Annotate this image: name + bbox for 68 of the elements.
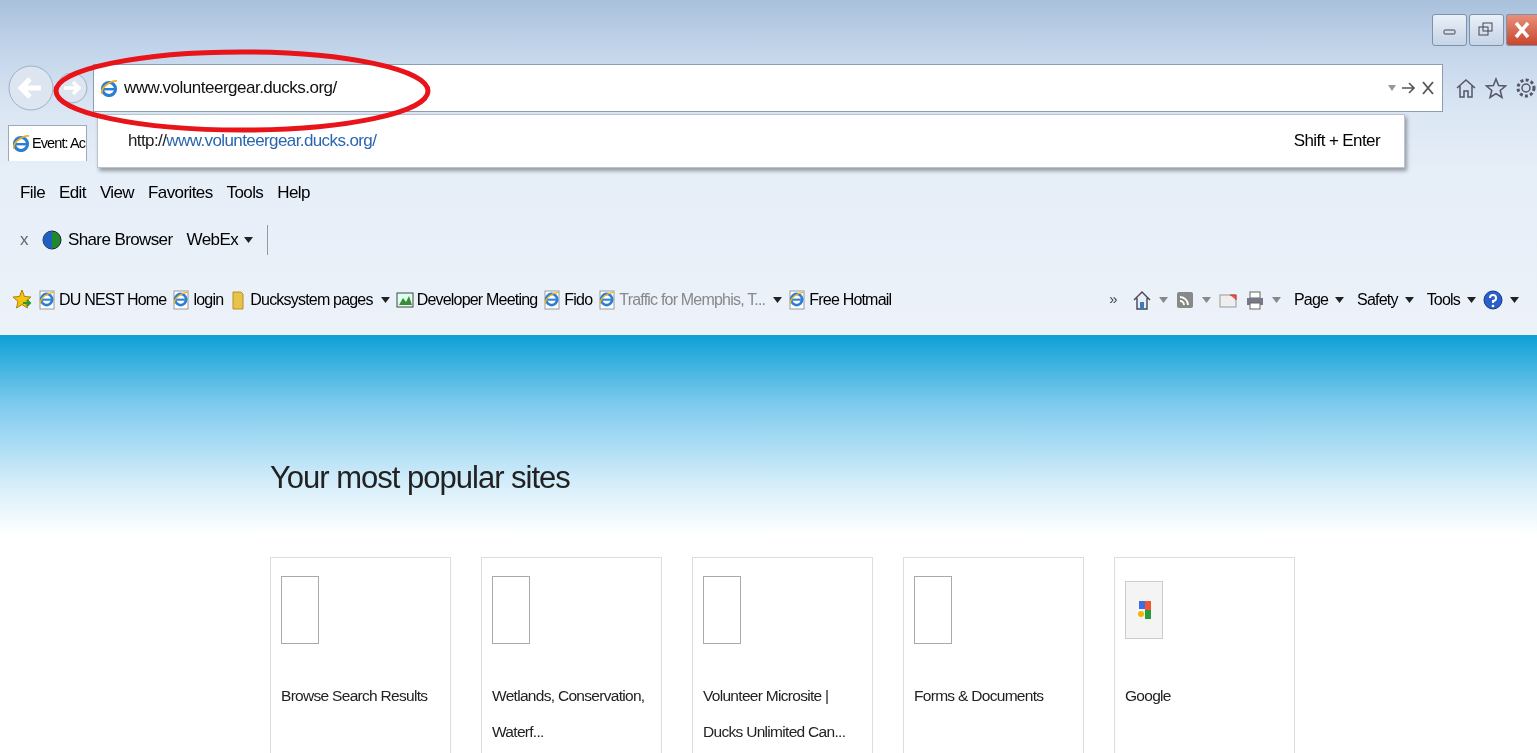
page-icon — [598, 290, 617, 310]
close-icon[interactable] — [1422, 80, 1434, 95]
menu-item[interactable]: Edit — [59, 182, 86, 203]
blank-page-icon — [492, 576, 530, 644]
go-icon[interactable] — [1402, 81, 1416, 94]
caret-icon[interactable] — [773, 297, 783, 303]
menu-item[interactable]: Help — [277, 182, 310, 203]
favorite-link[interactable]: Ducksystem pages — [229, 290, 373, 310]
more-chevron[interactable]: » — [1109, 290, 1117, 307]
blank-page-icon — [914, 576, 952, 644]
caret-icon[interactable] — [1404, 297, 1414, 303]
site-tile[interactable]: Volunteer Microsite | Ducks Unlimited Can... — [692, 557, 873, 753]
menu-item[interactable]: View — [99, 182, 135, 203]
command-menu[interactable]: Tools — [1426, 291, 1460, 309]
page-icon — [543, 290, 562, 310]
caret-icon[interactable] — [1510, 297, 1519, 303]
site-title: Google — [1125, 686, 1172, 706]
forward-button[interactable] — [56, 71, 88, 104]
page-icon — [38, 290, 56, 310]
favorite-link[interactable]: DU NEST Home — [38, 290, 167, 310]
site-title: Browse Search Results — [281, 686, 429, 706]
page-icon — [788, 290, 807, 310]
close-toolbar-button[interactable]: x — [20, 230, 28, 250]
close-button[interactable] — [1506, 14, 1537, 46]
ie-icon — [12, 134, 30, 152]
favorite-link[interactable]: Free Hotmail — [788, 290, 892, 310]
command-menu[interactable]: Page — [1293, 291, 1329, 309]
site-tile[interactable]: Google — [1114, 557, 1295, 753]
caret-icon[interactable] — [1335, 297, 1345, 303]
page-icon — [172, 290, 191, 310]
menu-item[interactable]: Tools — [226, 182, 264, 203]
site-title: Forms & Documents — [914, 686, 1045, 706]
menu-item[interactable]: File — [20, 182, 45, 203]
menu-item[interactable]: Favorites — [148, 182, 213, 203]
site-title: Wetlands, Conservation, Waterf... — [492, 686, 646, 742]
site-title: Volunteer Microsite | Ducks Unlimited Can... — [703, 686, 847, 742]
webex-menu[interactable]: WebEx — [186, 230, 239, 250]
printer-icon[interactable] — [1244, 290, 1265, 310]
address-field[interactable]: www.volunteergear.ducks.org/ — [93, 63, 1443, 112]
section-heading: Your most popular sites — [270, 460, 571, 497]
site-tile[interactable]: Wetlands, Conservation, Waterf... — [481, 557, 662, 753]
home-icon[interactable] — [1131, 290, 1152, 310]
star-icon[interactable] — [1485, 76, 1507, 99]
share-browser-button[interactable]: Share Browser — [67, 230, 173, 250]
blank-page-icon — [281, 576, 319, 644]
caret-icon[interactable] — [244, 237, 254, 243]
ie-icon — [100, 78, 118, 97]
help-icon[interactable] — [1483, 290, 1503, 310]
browser-tab[interactable]: Event: Ac — [8, 124, 88, 161]
home-icon[interactable] — [1455, 76, 1477, 99]
minimize-button[interactable] — [1432, 14, 1467, 46]
settings-icon[interactable] — [1515, 76, 1537, 99]
caret-icon[interactable] — [380, 297, 390, 303]
meeting-icon — [395, 290, 414, 310]
favorite-link[interactable]: login — [172, 290, 224, 310]
favorites-star-icon[interactable] — [12, 289, 34, 311]
site-tile[interactable]: Forms & Documents — [903, 557, 1084, 753]
globe-icon — [41, 230, 62, 250]
site-tile[interactable]: Browse Search Results — [270, 557, 451, 753]
restore-button[interactable] — [1469, 14, 1504, 46]
command-menu[interactable]: Safety — [1357, 291, 1398, 309]
feed-icon[interactable] — [1174, 290, 1195, 310]
favorite-link[interactable]: Developer Meeting — [395, 290, 538, 310]
favorite-link[interactable]: Fido — [543, 290, 593, 310]
caret-icon[interactable] — [1467, 297, 1476, 303]
shortcut-hint: Shift + Enter — [1293, 131, 1380, 151]
blank-page-icon — [703, 576, 741, 644]
suggestion-url[interactable]: http://www.volunteergear.ducks.org/ — [128, 131, 377, 151]
